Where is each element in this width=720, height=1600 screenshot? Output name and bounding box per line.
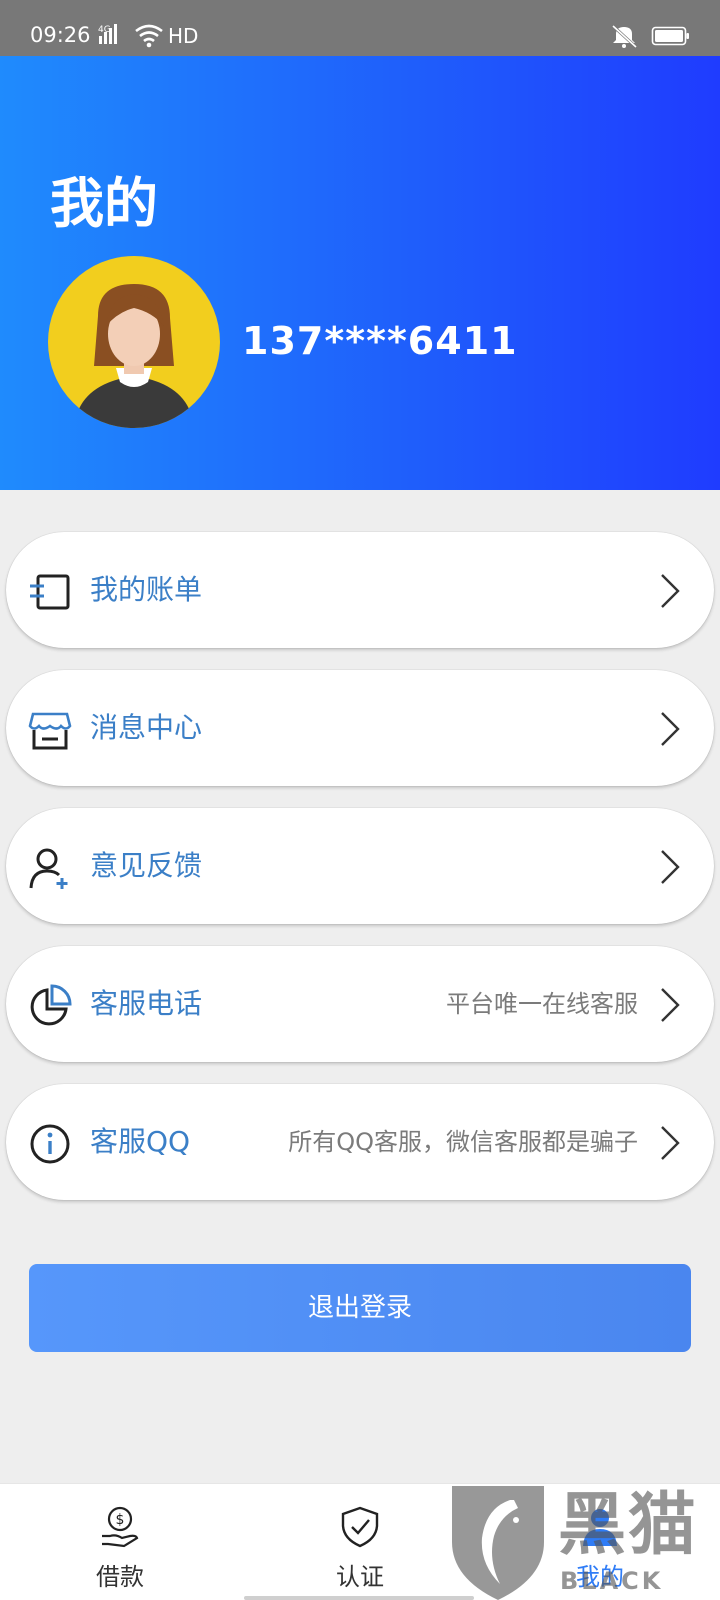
shield-check-icon	[341, 1506, 379, 1548]
profile-header: 我的 137****6411	[0, 56, 720, 490]
user-add-icon	[29, 848, 68, 889]
bill-icon	[30, 574, 70, 610]
status-right-icons	[612, 24, 689, 48]
menu-item-bill[interactable]: 我的账单	[6, 532, 714, 648]
page-title: 我的	[50, 172, 158, 235]
home-indicator	[244, 1596, 474, 1600]
menu-subtitle-service-qq: 所有QQ客服，微信客服都是骗子	[288, 1128, 638, 1156]
tab-loan[interactable]: $ 借款	[0, 1484, 240, 1600]
watermark-text-cn: 黑猫	[558, 1486, 699, 1565]
watermark-text-en: BLACK CAT	[560, 1567, 664, 1600]
mute-icon	[612, 24, 638, 48]
status-left-icons: 4G HD	[98, 24, 198, 48]
chevron-right-icon	[661, 850, 680, 884]
loan-icon: $	[102, 1506, 139, 1548]
tab-verify[interactable]: 认证	[240, 1484, 480, 1600]
svg-text:$: $	[116, 1512, 125, 1528]
store-icon	[28, 712, 72, 750]
menu-label-bill: 我的账单	[90, 573, 203, 606]
pie-chart-icon	[30, 984, 72, 1026]
wifi-icon	[135, 24, 163, 48]
menu-subtitle-service-phone: 平台唯一在线客服	[446, 990, 638, 1018]
menu-item-service-qq[interactable]: 客服QQ 所有QQ客服，微信客服都是骗子	[6, 1084, 714, 1200]
menu-label-feedback: 意见反馈	[90, 849, 203, 882]
chevron-right-icon	[661, 988, 680, 1022]
avatar[interactable]	[48, 256, 220, 428]
cat-shield-icon	[452, 1486, 544, 1600]
watermark-logo: 黑猫 BLACK CAT	[448, 1486, 720, 1600]
menu-label-messages: 消息中心	[90, 711, 203, 744]
menu-item-service-phone[interactable]: 客服电话 平台唯一在线客服	[6, 946, 714, 1062]
chevron-right-icon	[661, 574, 680, 608]
battery-icon	[651, 26, 689, 46]
tab-label-verify: 认证	[336, 1563, 384, 1591]
chevron-right-icon	[661, 1126, 680, 1160]
menu-label-service-phone: 客服电话	[90, 987, 203, 1020]
avatar-illustration	[74, 284, 194, 428]
info-icon	[30, 1124, 70, 1164]
menu-item-feedback[interactable]: 意见反馈	[6, 808, 714, 924]
menu-label-service-qq: 客服QQ	[90, 1125, 191, 1158]
phone-number: 137****6411	[242, 319, 518, 363]
status-time: 09:26	[30, 23, 91, 47]
hd-label: HD	[168, 24, 198, 48]
tab-label-loan: 借款	[96, 1563, 144, 1591]
chevron-right-icon	[661, 712, 680, 746]
status-bar: 09:26 4G HD	[0, 0, 720, 56]
logout-button[interactable]: 退出登录	[29, 1264, 691, 1352]
signal-icon: 4G	[98, 24, 117, 44]
menu-item-messages[interactable]: 消息中心	[6, 670, 714, 786]
